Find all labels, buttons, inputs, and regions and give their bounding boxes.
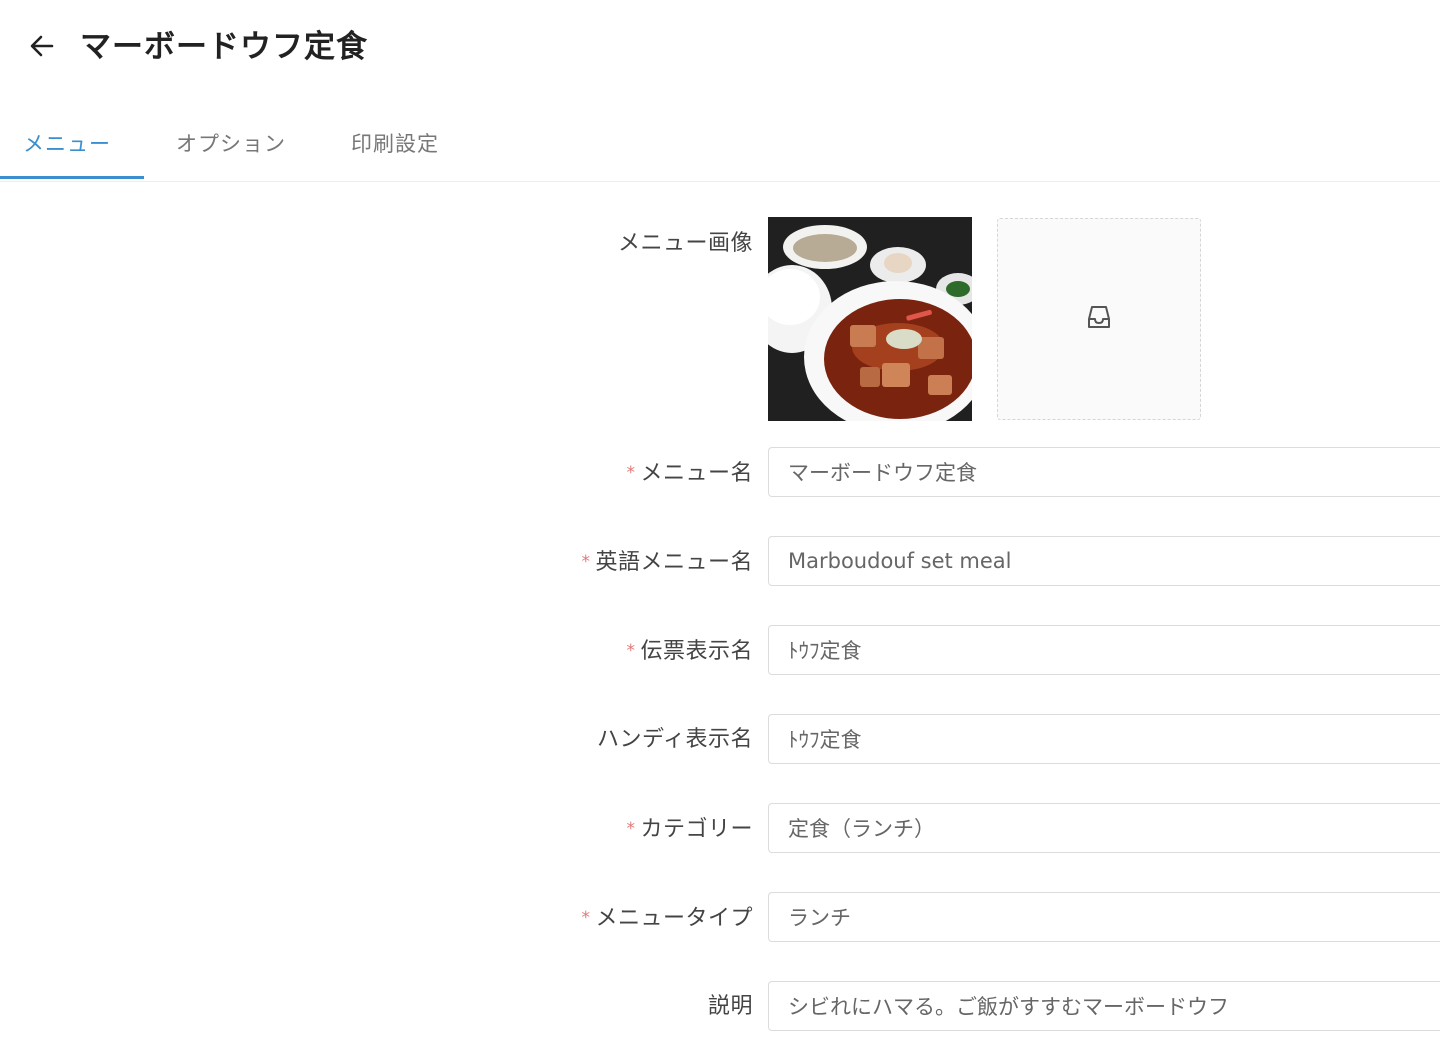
category-select[interactable] [769,804,1428,852]
tab-bar: メニュー オプション 印刷設定 [0,105,1440,182]
page-title: マーボードウフ定食 [80,29,368,65]
category-field[interactable] [768,803,1440,853]
tab-print-settings[interactable]: 印刷設定 [330,105,460,181]
field-label-description: 説明 [707,994,753,1019]
description-input[interactable] [769,982,1428,1030]
tab-label: メニュー [23,132,111,156]
slip-name-input[interactable] [769,626,1428,674]
field-label-slip-name: * 伝票表示名 [626,639,753,664]
handy-name-input[interactable] [769,715,1428,763]
field-label-category: * カテゴリー [626,817,753,842]
active-tab-indicator [0,176,144,179]
field-label-handy-name: ハンディ表示名 [597,727,753,752]
menu-type-field[interactable] [768,892,1440,942]
tab-menu[interactable]: メニュー [0,105,134,181]
mapo-tofu-photo [768,217,972,421]
handy-name-field[interactable] [768,714,1440,764]
menu-type-select[interactable] [769,893,1428,941]
english-name-field[interactable] [768,536,1440,586]
menu-name-input[interactable] [769,448,1428,496]
menu-photo[interactable] [768,217,972,421]
inbox-icon [1083,301,1115,337]
menu-edit-page: マーボードウフ定食 メニュー オプション 印刷設定 メニュー画像 * メニュー名… [0,0,1440,1062]
field-label-menu-name: * メニュー名 [626,461,753,486]
page-header: マーボードウフ定食 [0,0,1440,95]
tab-options[interactable]: オプション [158,105,304,181]
image-upload-box[interactable] [997,218,1201,420]
menu-image-label: メニュー画像 [617,231,753,256]
tab-label: オプション [176,132,286,156]
field-label-menu-type: * メニュータイプ [581,906,753,931]
field-label-english-name: * 英語メニュー名 [581,550,753,575]
menu-name-field[interactable] [768,447,1440,497]
description-field[interactable] [768,981,1440,1031]
back-button[interactable] [22,28,62,68]
english-name-input[interactable] [769,537,1428,585]
arrow-left-icon [28,32,56,64]
slip-name-field[interactable] [768,625,1440,675]
tab-label: 印刷設定 [351,132,439,156]
